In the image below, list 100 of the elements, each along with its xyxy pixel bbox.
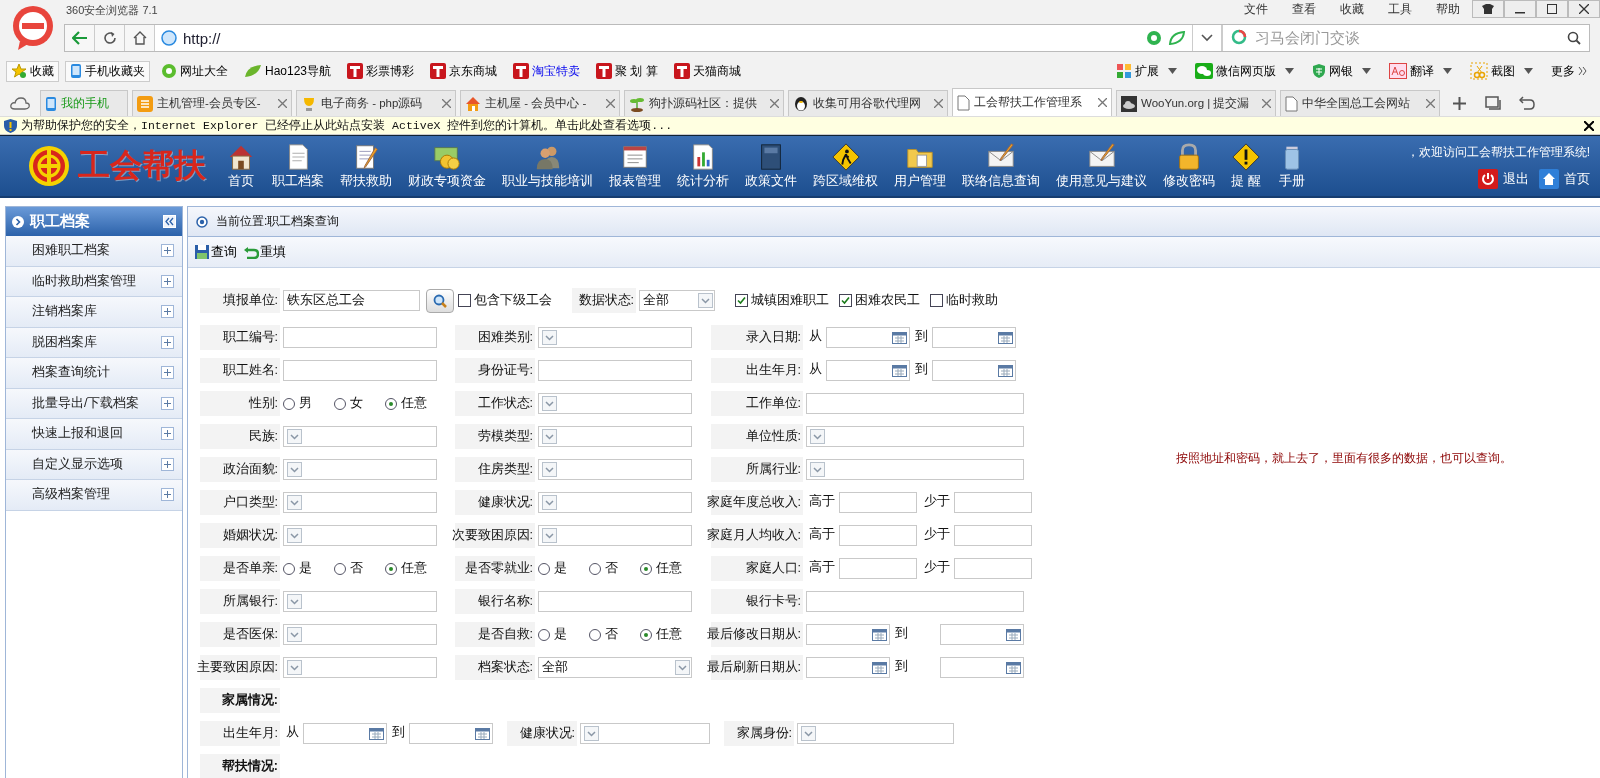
select-field[interactable] [538,327,692,348]
nav-item[interactable]: 职工档案 [264,142,332,190]
nav-item[interactable]: 修改密码 [1155,142,1223,190]
browser-tab[interactable]: 收集可用谷歌代理网 [788,90,948,116]
select-field[interactable] [283,459,437,480]
checkbox[interactable] [839,294,852,307]
more-button[interactable]: 更多 [1545,62,1594,80]
text-field[interactable] [839,492,917,513]
sidebar-item[interactable]: 快速上报和退回 [6,419,182,450]
select-field[interactable] [797,723,954,744]
nav-item[interactable]: 首页 [218,142,264,190]
lookup-button[interactable] [426,288,454,313]
toolbar-button[interactable]: 截图 [1464,62,1539,80]
menu-item[interactable]: 帮助 [1424,0,1472,18]
toolbar-button[interactable]: 网银 [1306,62,1377,80]
nav-item[interactable]: 报表管理 [601,142,669,190]
sidebar-item[interactable]: 批量导出/下载档案 [6,388,182,419]
date-field[interactable] [940,624,1024,645]
bookmark[interactable]: 网址大全 [156,60,233,82]
nav-item[interactable]: 职业与技能培训 [494,142,601,190]
date-field[interactable] [826,327,910,348]
nav-item[interactable]: 跨区域维权 [805,142,886,190]
sidebar-item[interactable]: 档案查询统计 [6,358,182,389]
select-field[interactable] [538,459,692,480]
nav-item[interactable]: 联络信息查询 [954,142,1048,190]
date-field[interactable] [303,723,387,744]
radio-button[interactable] [283,397,295,410]
checkbox[interactable] [930,294,943,307]
nav-item[interactable]: 手册 [1269,142,1315,190]
select-field[interactable] [283,492,437,513]
toolbar-button[interactable]: 扩展 [1110,62,1183,80]
text-field[interactable] [954,525,1032,546]
checkbox[interactable] [458,294,471,307]
sidebar-item[interactable]: 困难职工档案 [6,236,182,267]
date-field[interactable] [932,360,1016,381]
date-field[interactable] [932,327,1016,348]
menu-item[interactable]: 收藏 [1328,0,1376,18]
nav-item[interactable]: 统计分析 [669,142,737,190]
radio-button[interactable] [385,397,397,410]
checkbox[interactable] [735,294,748,307]
nav-item[interactable]: 使用意见与建议 [1048,142,1155,190]
menu-item[interactable]: 查看 [1280,0,1328,18]
select-field[interactable] [283,591,437,612]
browser-tab[interactable]: 主机管理-会员专区- [132,90,292,116]
radio-button[interactable] [589,562,601,575]
select-field[interactable] [283,426,437,447]
browser-tab[interactable]: 中华全国总工会网站 [1280,90,1440,116]
date-field[interactable] [409,723,493,744]
header-link[interactable]: 退出 [1478,168,1529,189]
date-field[interactable] [826,360,910,381]
text-field[interactable] [954,492,1032,513]
bookmark[interactable]: 收藏 [6,60,59,82]
sidebar-item[interactable]: 自定义显示选项 [6,449,182,480]
text-field[interactable] [538,591,692,612]
bookmark[interactable]: 天猫商城 [668,60,746,82]
bookmark[interactable]: 淘宝特卖 [508,60,586,82]
text-field[interactable] [283,327,437,348]
nav-item[interactable]: 政策文件 [737,142,805,190]
text-field[interactable] [839,558,917,579]
text-field[interactable] [954,558,1032,579]
menu-item[interactable]: 工具 [1376,0,1424,18]
radio-button[interactable] [334,562,346,575]
browser-tab[interactable]: WooYun.org | 提交漏 [1116,90,1276,116]
text-field[interactable] [283,360,437,381]
toolbar-button[interactable]: 查询 [194,243,237,261]
sidebar-item[interactable]: 脱困档案库 [6,327,182,358]
radio-button[interactable] [640,628,652,641]
bookmark[interactable]: 聚 划 算 [591,60,663,82]
toolbar-button[interactable]: 翻译 [1383,62,1458,80]
sidebar-item[interactable]: 临时救助档案管理 [6,266,182,297]
text-field[interactable]: 铁东区总工会 [283,290,420,311]
browser-tab[interactable]: 工会帮扶工作管理系 [952,88,1112,116]
bookmark[interactable]: 京东商城 [425,60,503,82]
sidebar-item[interactable]: 注销档案库 [6,297,182,328]
skin-button[interactable] [1472,0,1504,18]
radio-button[interactable] [334,397,346,410]
select-field[interactable] [538,393,692,414]
select-field[interactable] [806,459,1024,480]
browser-tab[interactable]: 主机屋 - 会员中心 - [460,90,620,116]
nav-item[interactable]: 提 醒 [1223,142,1269,190]
radio-button[interactable] [283,562,295,575]
browser-tab[interactable]: 电子商务 - php源码 [296,90,456,116]
text-field[interactable] [538,360,692,381]
collapse-icon[interactable] [163,215,176,228]
radio-button[interactable] [538,628,550,641]
toolbar-button[interactable]: 重填 [243,243,286,261]
radio-button[interactable] [640,562,652,575]
select-field[interactable]: 全部 [639,290,715,311]
date-field[interactable] [806,624,890,645]
select-field[interactable]: 全部 [538,657,692,678]
select-field[interactable] [283,657,437,678]
nav-item[interactable]: 财政专项资金 [400,142,494,190]
bookmark[interactable]: Hao123导航 [239,60,337,82]
select-field[interactable] [283,624,437,645]
date-field[interactable] [806,657,890,678]
text-field[interactable] [806,393,1024,414]
close-button[interactable] [1568,0,1600,18]
select-field[interactable] [806,426,1024,447]
bookmark[interactable]: 彩票博彩 [342,60,420,82]
header-link[interactable]: 首页 [1539,168,1590,189]
